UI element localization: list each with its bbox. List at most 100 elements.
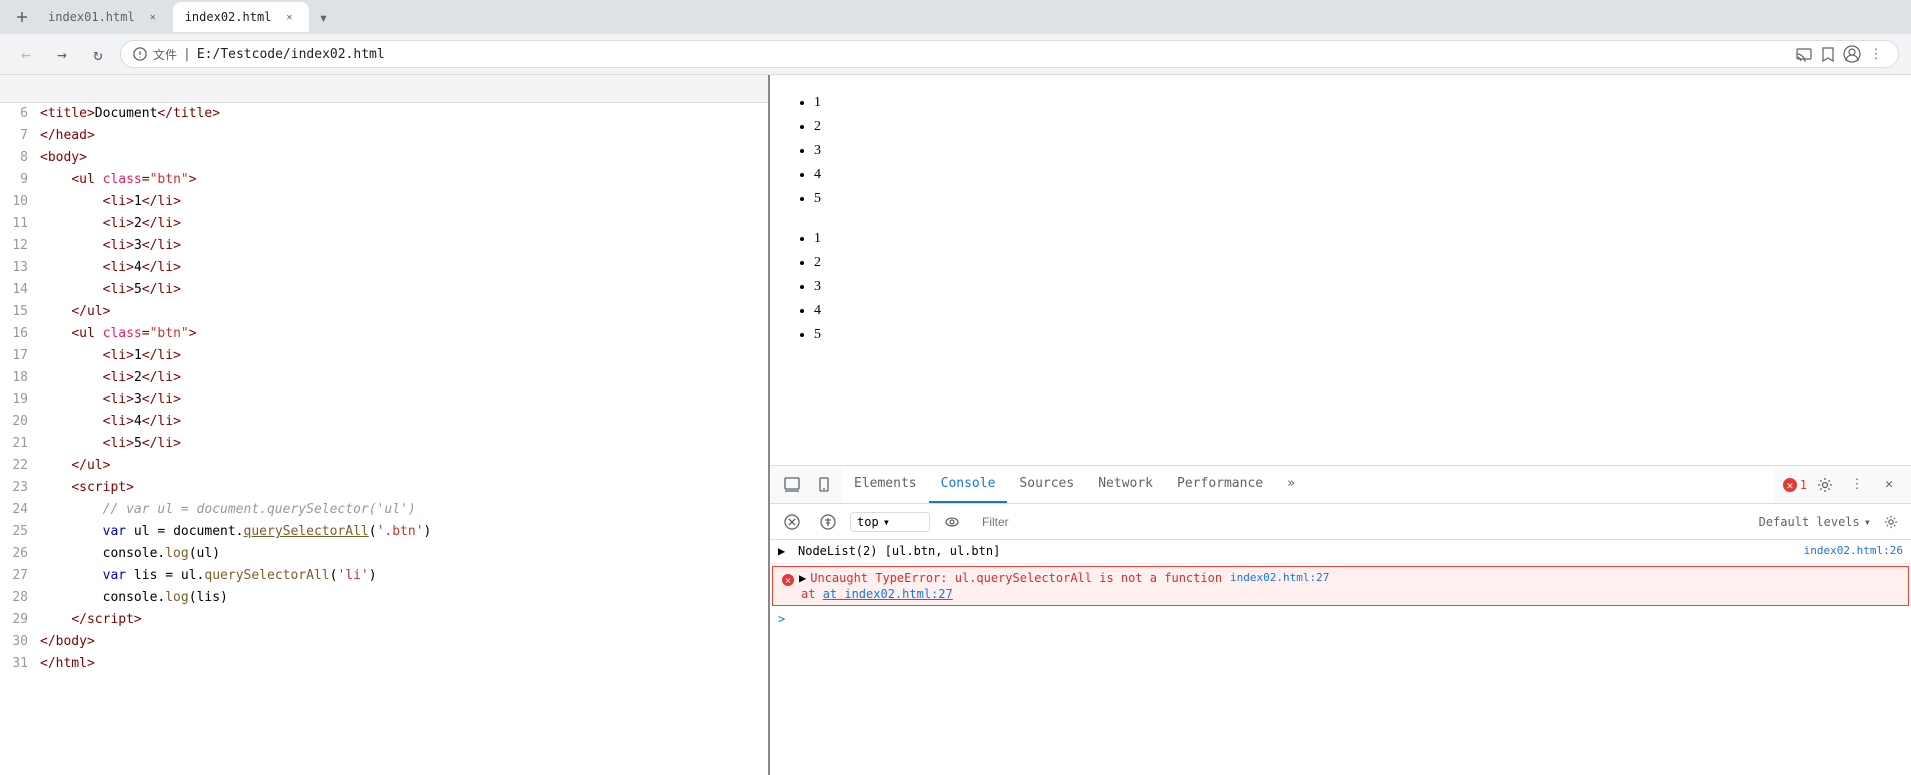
code-line-9: 9 <ul class="btn"> — [0, 169, 768, 191]
devtools-tabs: Elements Console Sources Network Perform… — [842, 467, 1774, 503]
error-badge-area: ✕ 1 — [1782, 477, 1807, 493]
line-num: 7 — [0, 125, 40, 147]
default-levels-dropdown[interactable]: Default levels ▾ — [1759, 515, 1871, 529]
line-content: <li>4</li> — [40, 411, 768, 433]
back-button[interactable]: ← — [12, 40, 40, 68]
console-error-row: ✕ ▶ Uncaught TypeError: ul.querySelector… — [772, 566, 1909, 606]
tab-network[interactable]: Network — [1086, 467, 1165, 503]
error-source-link[interactable]: index02.html:27 — [1230, 571, 1329, 584]
code-line-19: 19 <li>3</li> — [0, 389, 768, 411]
code-line-22: 22 </ul> — [0, 455, 768, 477]
line-num: 6 — [0, 103, 40, 125]
line-num: 26 — [0, 543, 40, 565]
line-num: 23 — [0, 477, 40, 499]
line-content: <li>1</li> — [40, 191, 768, 213]
tab-index01[interactable]: index01.html ✕ — [36, 2, 173, 32]
tab-more-button[interactable]: ▾ — [309, 3, 337, 31]
tab-network-label: Network — [1098, 476, 1153, 491]
tab-performance[interactable]: Performance — [1165, 467, 1275, 503]
console-filter-toggle[interactable] — [814, 508, 842, 536]
menu-icon[interactable]: ⋮ — [1866, 44, 1886, 64]
address-bar: ← → ↻ 文件 | E:/Testcode/index02.html ⋮ — [0, 34, 1911, 74]
bookmark-icon[interactable] — [1818, 44, 1838, 64]
line-content: console.log(lis) — [40, 587, 768, 609]
code-line-26: 26 console.log(ul) — [0, 543, 768, 565]
tab-sources[interactable]: Sources — [1007, 467, 1086, 503]
list-item: 2 — [814, 115, 1887, 139]
error-count: 1 — [1800, 478, 1807, 492]
address-input[interactable]: 文件 | E:/Testcode/index02.html ⋮ — [120, 40, 1899, 68]
console-nodelist-src[interactable]: index02.html:26 — [1804, 544, 1903, 557]
editor-tabs — [0, 75, 768, 103]
line-num: 9 — [0, 169, 40, 191]
code-line-28: 28 console.log(lis) — [0, 587, 768, 609]
error-expand-icon[interactable]: ▶ — [799, 571, 806, 585]
tab-elements[interactable]: Elements — [842, 467, 929, 503]
line-num: 11 — [0, 213, 40, 235]
console-settings-button[interactable] — [1879, 510, 1903, 534]
console-filter-input[interactable] — [974, 513, 1751, 531]
line-content: </head> — [40, 125, 768, 147]
line-num: 8 — [0, 147, 40, 169]
page-content: 1 2 3 4 5 1 2 3 4 5 — [770, 75, 1911, 465]
line-content: var lis = ul.querySelectorAll('li') — [40, 565, 768, 587]
error-location-link[interactable]: at index02.html:27 — [823, 587, 953, 601]
line-num: 14 — [0, 279, 40, 301]
line-content: var ul = document.querySelectorAll('.btn… — [40, 521, 768, 543]
cast-icon[interactable] — [1794, 44, 1814, 64]
code-line-21: 21 <li>5</li> — [0, 433, 768, 455]
list-item: 3 — [814, 275, 1887, 299]
console-triangle-icon[interactable]: ▶ — [778, 544, 798, 558]
tab-console[interactable]: Console — [929, 467, 1008, 503]
forward-button[interactable]: → — [48, 40, 76, 68]
profile-icon[interactable] — [1842, 44, 1862, 64]
devtools-device-button[interactable] — [810, 471, 838, 499]
tab-close-icon[interactable]: ✕ — [281, 9, 297, 25]
devtools-menu-button[interactable]: ⋮ — [1843, 471, 1871, 499]
tab-label: index02.html — [185, 10, 272, 24]
console-eye-button[interactable] — [938, 508, 966, 536]
refresh-button[interactable]: ↻ — [84, 40, 112, 68]
line-content: console.log(ul) — [40, 543, 768, 565]
line-content: <li>2</li> — [40, 213, 768, 235]
new-tab-button[interactable] — [8, 3, 36, 31]
code-line-24: 24 // var ul = document.querySelector('u… — [0, 499, 768, 521]
line-num: 21 — [0, 433, 40, 455]
code-line-8: 8 <body> — [0, 147, 768, 169]
tab-close-icon[interactable]: ✕ — [145, 9, 161, 25]
code-line-16: 16 <ul class="btn"> — [0, 323, 768, 345]
tab-index02[interactable]: index02.html ✕ — [173, 2, 310, 32]
line-content: </ul> — [40, 301, 768, 323]
dropdown-arrow: ▾ — [1864, 515, 1871, 529]
browser-pane: 1 2 3 4 5 1 2 3 4 5 — [770, 75, 1911, 775]
devtools-close-button[interactable]: ✕ — [1875, 471, 1903, 499]
console-nodelist-row: ▶ NodeList(2) [ul.btn, ul.btn] index02.h… — [770, 540, 1911, 564]
line-content: </ul> — [40, 455, 768, 477]
address-separator: | — [183, 47, 191, 62]
devtools-settings-button[interactable] — [1811, 471, 1839, 499]
console-clear-button[interactable] — [778, 508, 806, 536]
console-bar: top ▾ Default levels ▾ — [770, 504, 1911, 540]
devtools-inspect-button[interactable] — [778, 471, 806, 499]
line-content: <ul class="btn"> — [40, 169, 768, 191]
line-content: </html> — [40, 653, 768, 675]
line-num: 25 — [0, 521, 40, 543]
list-item: 2 — [814, 251, 1887, 275]
code-line-11: 11 <li>2</li> — [0, 213, 768, 235]
line-num: 30 — [0, 631, 40, 653]
tab-performance-label: Performance — [1177, 476, 1263, 491]
code-line-14: 14 <li>5</li> — [0, 279, 768, 301]
code-line-15: 15 </ul> — [0, 301, 768, 323]
line-num: 22 — [0, 455, 40, 477]
line-num: 29 — [0, 609, 40, 631]
tab-more[interactable]: » — [1275, 467, 1307, 503]
line-num: 15 — [0, 301, 40, 323]
list-item: 1 — [814, 227, 1887, 251]
address-text: E:/Testcode/index02.html — [197, 47, 1788, 62]
context-selector[interactable]: top ▾ — [850, 512, 930, 532]
list-item: 4 — [814, 163, 1887, 187]
error-message: Uncaught TypeError: ul.querySelectorAll … — [810, 571, 1222, 585]
tab-elements-label: Elements — [854, 476, 917, 491]
code-line-17: 17 <li>1</li> — [0, 345, 768, 367]
console-input[interactable] — [793, 612, 1903, 626]
